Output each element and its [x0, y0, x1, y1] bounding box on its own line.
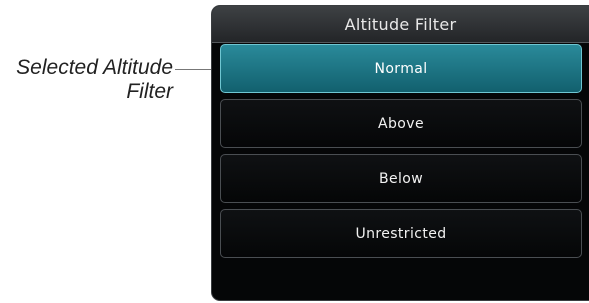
- filter-list: Normal Above Below Unrestricted: [220, 44, 582, 264]
- callout-line-2: Filter: [126, 80, 173, 103]
- filter-button-unrestricted[interactable]: Unrestricted: [220, 209, 582, 258]
- filter-button-below[interactable]: Below: [220, 154, 582, 203]
- altitude-filter-window: Altitude Filter Normal Above Below Unres…: [212, 6, 589, 300]
- filter-button-normal[interactable]: Normal: [220, 44, 582, 93]
- window-title: Altitude Filter: [212, 6, 589, 43]
- callout-label: Selected Altitude Filter: [16, 56, 173, 104]
- callout-line-1: Selected Altitude: [16, 56, 173, 79]
- filter-button-above[interactable]: Above: [220, 99, 582, 148]
